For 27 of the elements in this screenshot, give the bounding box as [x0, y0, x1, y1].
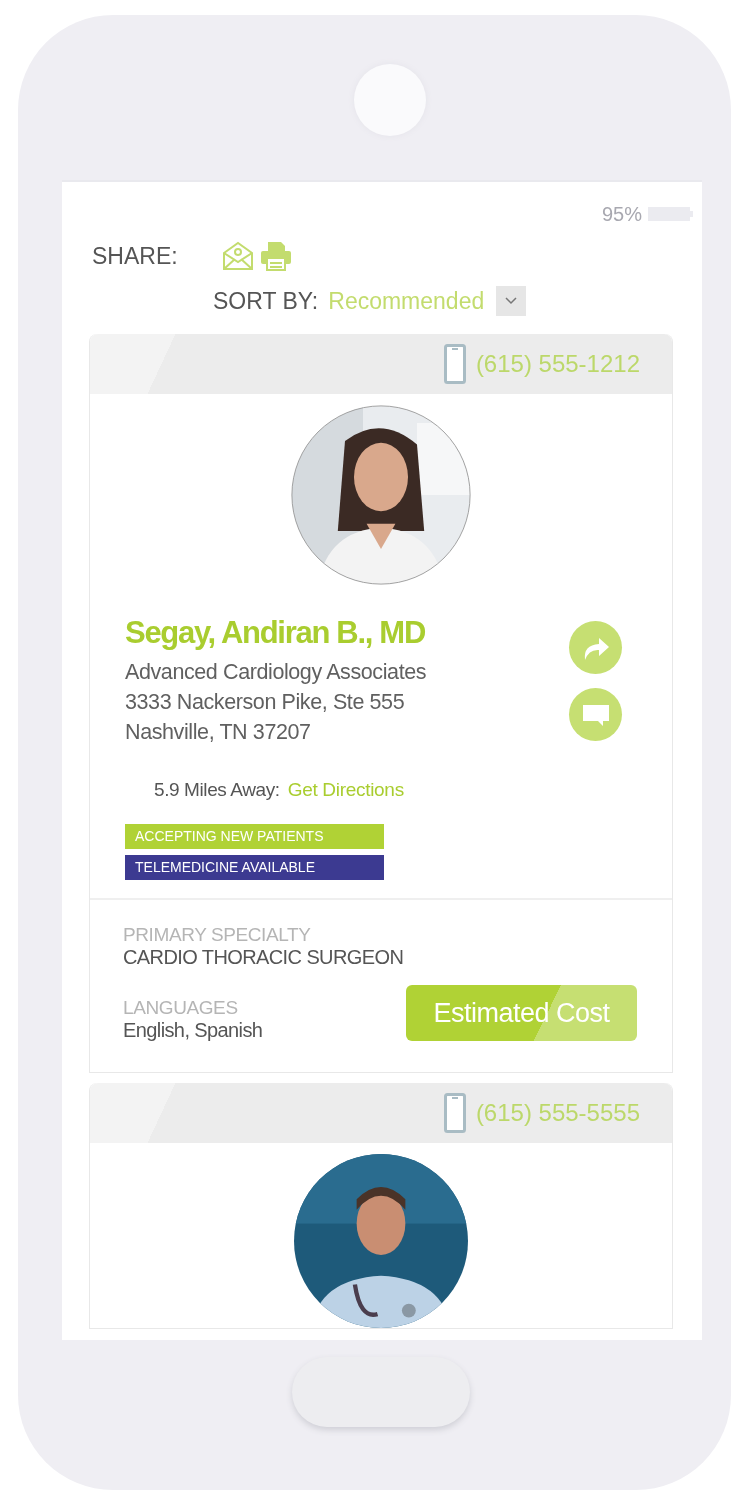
envelope-icon[interactable]: [222, 241, 254, 271]
phone-number[interactable]: (615) 555-5555: [475, 1099, 640, 1127]
caret-icon: [505, 297, 518, 305]
printer-icon[interactable]: [260, 241, 292, 271]
status-badge: ACCEPTING NEW PATIENTS: [125, 824, 384, 849]
sort-value[interactable]: Recommended: [328, 287, 485, 315]
detail-value: English, Spanish: [123, 1019, 263, 1042]
status-badge: TELEMEDICINE AVAILABLE: [125, 855, 384, 880]
detail-value: CARDIO THORACIC SURGEON: [123, 946, 404, 969]
detail-label: PRIMARY SPECIALTY: [123, 924, 311, 946]
mobile-phone-icon: [443, 344, 466, 384]
sort-label: SORT BY:: [213, 287, 319, 315]
detail-label: LANGUAGES: [123, 997, 238, 1019]
address-line: 3333 Nackerson Pike, Ste 555: [125, 689, 406, 716]
practice-name: Advanced Cardiology Associates: [125, 659, 428, 686]
estimated-cost-button[interactable]: Estimated Cost: [406, 985, 637, 1041]
phone-number[interactable]: (615) 555-1212: [475, 350, 640, 378]
dropdown-button[interactable]: [496, 286, 527, 316]
battery-level: 95%: [601, 202, 642, 226]
directions-link[interactable]: Get Directions: [287, 779, 404, 801]
mobile-phone-icon: [443, 1093, 466, 1133]
share-label: SHARE:: [92, 242, 179, 270]
distance-text: 5.9 Miles Away:: [154, 779, 280, 801]
forward-button[interactable]: [569, 621, 622, 674]
message-button[interactable]: [569, 688, 622, 741]
provider-name[interactable]: Segay, Andiran B., MD: [125, 615, 569, 651]
address-line: Nashville, TN 37207: [125, 719, 312, 746]
